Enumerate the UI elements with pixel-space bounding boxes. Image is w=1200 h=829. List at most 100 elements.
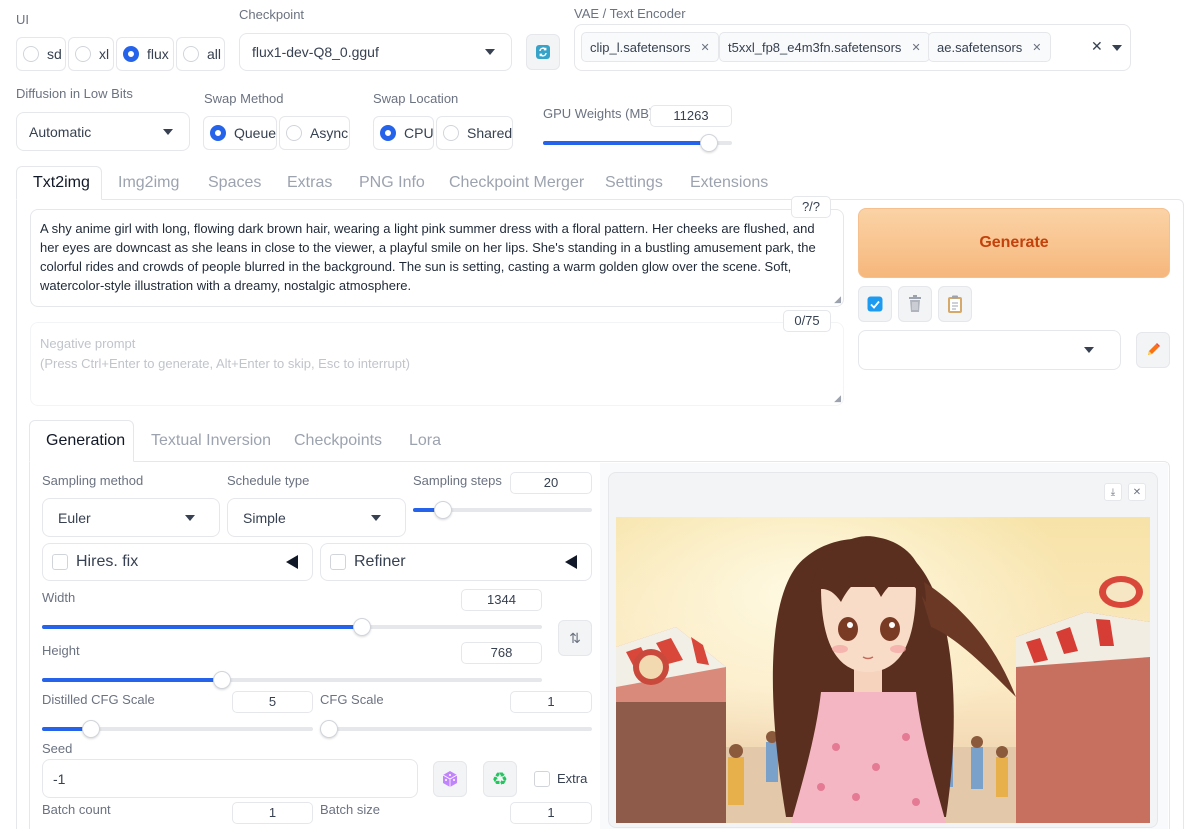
collapse-arrow-icon[interactable] <box>286 555 298 569</box>
slider-handle[interactable] <box>320 720 338 738</box>
refiner-accordion[interactable]: Refiner <box>320 543 592 581</box>
ui-radio-xl[interactable]: xl <box>68 37 114 71</box>
vae-chip[interactable]: t5xxl_fp8_e4m3fn.safetensors ✕ <box>719 32 930 62</box>
cfg-scale-label: CFG Scale <box>320 692 384 707</box>
swap-method-label: Swap Method <box>204 91 284 106</box>
batch-count-input[interactable]: 1 <box>232 802 313 824</box>
tab-extras[interactable]: Extras <box>287 174 332 192</box>
prompt-textarea[interactable]: A shy anime girl with long, flowing dark… <box>30 209 844 307</box>
vae-chip[interactable]: ae.safetensors ✕ <box>928 32 1051 62</box>
swap-method-async[interactable]: Async <box>279 116 350 150</box>
vae-chip[interactable]: clip_l.safetensors ✕ <box>581 32 719 62</box>
subtab-lora[interactable]: Lora <box>409 432 441 450</box>
hires-fix-checkbox[interactable] <box>52 554 68 570</box>
tab-img2img[interactable]: Img2img <box>118 174 179 192</box>
close-icon[interactable]: ✕ <box>700 41 709 54</box>
ui-radio-label: all <box>207 46 222 62</box>
tab-checkpoint-merger[interactable]: Checkpoint Merger <box>449 174 584 192</box>
diffusion-value: Automatic <box>29 123 92 140</box>
checkbox-icon <box>867 296 883 312</box>
vae-chip-label: ae.safetensors <box>937 39 1023 55</box>
tab-extensions[interactable]: Extensions <box>690 174 768 192</box>
ui-radio-label: xl <box>99 46 110 62</box>
chevron-down-icon[interactable] <box>1112 44 1122 51</box>
height-input[interactable]: 768 <box>461 642 542 664</box>
slider-handle[interactable] <box>213 671 231 689</box>
clear-prompt-button[interactable] <box>898 286 932 322</box>
gpu-weights-input[interactable]: 11263 <box>650 105 732 127</box>
negative-prompt-textarea[interactable]: Negative prompt (Press Ctrl+Enter to gen… <box>30 322 844 406</box>
distilled-cfg-slider[interactable] <box>42 720 313 738</box>
styles-dropdown[interactable] <box>858 330 1121 370</box>
height-slider[interactable] <box>42 671 542 689</box>
sampling-method-value: Euler <box>58 509 91 526</box>
chevron-down-icon <box>185 514 195 521</box>
close-icon[interactable]: ✕ <box>1128 483 1146 501</box>
clear-all-icon[interactable]: ✕ <box>1091 38 1103 55</box>
resize-handle-icon[interactable]: ◢ <box>834 294 841 305</box>
swap-dimensions-button[interactable]: ⇅ <box>558 620 592 656</box>
distilled-cfg-label: Distilled CFG Scale <box>42 692 155 707</box>
ui-radio-sd[interactable]: sd <box>16 37 66 71</box>
close-icon[interactable]: ✕ <box>911 41 920 54</box>
subtab-generation[interactable]: Generation <box>46 432 125 450</box>
style-apply-button[interactable] <box>858 286 892 322</box>
vae-multiselect[interactable]: clip_l.safetensors ✕ t5xxl_fp8_e4m3fn.saf… <box>574 24 1131 71</box>
seed-input[interactable]: -1 <box>42 759 418 798</box>
edit-styles-button[interactable] <box>1136 332 1170 368</box>
cfg-scale-input[interactable]: 1 <box>510 691 592 713</box>
swap-location-cpu[interactable]: CPU <box>373 116 434 150</box>
refiner-checkbox[interactable] <box>330 554 346 570</box>
refresh-checkpoint-button[interactable] <box>526 34 560 70</box>
download-icon[interactable]: ⤓ <box>1104 483 1122 501</box>
cfg-scale-slider[interactable] <box>320 720 592 738</box>
ui-radio-all[interactable]: all <box>176 37 225 71</box>
schedule-type-label: Schedule type <box>227 473 310 488</box>
generate-button[interactable]: Generate <box>858 208 1170 278</box>
resize-handle-icon[interactable]: ◢ <box>834 393 841 404</box>
diffusion-dropdown[interactable]: Automatic <box>16 112 190 151</box>
subtab-checkpoints[interactable]: Checkpoints <box>294 432 382 450</box>
width-input[interactable]: 1344 <box>461 589 542 611</box>
sampling-steps-input[interactable]: 20 <box>510 472 592 494</box>
tab-settings[interactable]: Settings <box>605 174 663 192</box>
swap-method-queue[interactable]: Queue <box>203 116 277 150</box>
sampling-method-label: Sampling method <box>42 473 144 488</box>
gpu-weights-slider[interactable] <box>543 134 732 152</box>
slider-handle[interactable] <box>353 618 371 636</box>
ui-radio-flux[interactable]: flux <box>116 37 174 71</box>
schedule-type-dropdown[interactable]: Simple <box>227 498 406 537</box>
tab-png-info[interactable]: PNG Info <box>359 174 425 192</box>
sampling-method-dropdown[interactable]: Euler <box>42 498 220 537</box>
checkpoint-value: flux1-dev-Q8_0.gguf <box>252 44 379 60</box>
slider-handle[interactable] <box>81 720 100 738</box>
collapse-arrow-icon[interactable] <box>565 555 577 569</box>
reuse-seed-button[interactable]: ♻ <box>483 761 517 797</box>
tab-txt2img[interactable]: Txt2img <box>33 174 90 192</box>
tab-spaces[interactable]: Spaces <box>208 174 261 192</box>
schedule-type-value: Simple <box>243 509 286 526</box>
sampling-steps-slider[interactable] <box>413 501 592 519</box>
prompt-token-counter: ?/? <box>791 196 831 218</box>
chevron-down-icon <box>1084 347 1094 353</box>
slider-handle[interactable] <box>700 134 719 152</box>
subtab-textual-inversion[interactable]: Textual Inversion <box>151 432 271 450</box>
vae-chip-label: t5xxl_fp8_e4m3fn.safetensors <box>728 39 902 55</box>
ui-radio-label: sd <box>47 46 62 62</box>
batch-size-input[interactable]: 1 <box>510 802 592 824</box>
extra-seed-checkbox[interactable] <box>534 771 550 787</box>
radio-label: Queue <box>234 125 277 141</box>
hires-fix-accordion[interactable]: Hires. fix <box>42 543 313 581</box>
close-icon[interactable]: ✕ <box>1032 41 1041 54</box>
trash-icon <box>909 295 921 312</box>
gpu-weights-label: GPU Weights (MB) <box>543 106 654 121</box>
refiner-label: Refiner <box>354 553 406 570</box>
paste-button[interactable] <box>938 286 972 322</box>
prompt-text[interactable]: A shy anime girl with long, flowing dark… <box>40 219 835 295</box>
swap-location-shared[interactable]: Shared <box>436 116 513 150</box>
checkpoint-dropdown[interactable]: flux1-dev-Q8_0.gguf <box>239 33 512 71</box>
generated-image[interactable] <box>616 517 1150 823</box>
random-seed-button[interactable] <box>433 761 467 797</box>
width-slider[interactable] <box>42 618 542 636</box>
distilled-cfg-input[interactable]: 5 <box>232 691 313 713</box>
